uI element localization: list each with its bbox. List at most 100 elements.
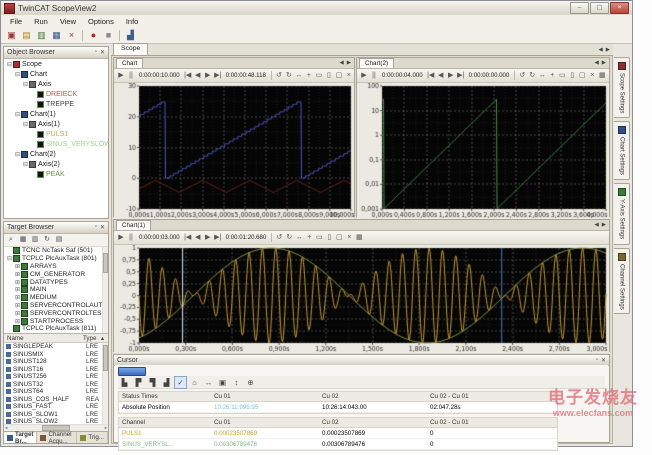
- vertical-cursor-icon[interactable]: ↕: [230, 376, 243, 389]
- right-tab-y-axis-settings[interactable]: Y-Axis Settings: [614, 183, 630, 244]
- redo-zoom-icon[interactable]: ↻: [284, 232, 294, 244]
- tab-channel-acqu-[interactable]: Channel Acqu...: [37, 432, 77, 443]
- pan-free-icon[interactable]: +: [304, 232, 314, 244]
- undo-zoom-icon[interactable]: ↺: [517, 70, 527, 82]
- tab-scroll-left-icon[interactable]: ◀: [595, 60, 599, 66]
- tab-scroll-right-icon[interactable]: ▶: [347, 60, 351, 66]
- variable-row[interactable]: SINUST256LRE: [4, 373, 108, 381]
- variable-row[interactable]: SINUST64LRE: [4, 388, 108, 396]
- go-end-icon[interactable]: ▶|: [213, 232, 223, 244]
- expander-icon[interactable]: ⊟: [6, 61, 13, 68]
- zoom-window-icon[interactable]: ▢: [334, 70, 344, 82]
- display-chart-icon[interactable]: ▟: [124, 29, 137, 42]
- search-target-icon[interactable]: ⌕: [6, 235, 16, 245]
- pan-free-icon[interactable]: +: [547, 70, 557, 82]
- tab-scroll-left-icon[interactable]: ◀: [340, 60, 344, 66]
- cursor-chart-2-icon[interactable]: ▛: [132, 376, 145, 389]
- play-icon[interactable]: ▶: [116, 70, 126, 82]
- tree-item[interactable]: TCNC NcTask Saf (501): [4, 247, 108, 255]
- swap-cursor-icon[interactable]: ↔: [202, 376, 215, 389]
- close-button[interactable]: ×: [610, 2, 629, 14]
- close-icon[interactable]: ✕: [100, 224, 105, 231]
- tree-item[interactable]: ⊞MEDIUM: [4, 294, 108, 302]
- add-route-icon[interactable]: ▥: [30, 235, 40, 245]
- variable-row[interactable]: SINUS_FASTLRE: [4, 403, 108, 411]
- titlebar[interactable]: TwinCAT ScopeView2 –▢×: [1, 1, 632, 15]
- maximize-button[interactable]: ▢: [590, 2, 609, 14]
- stop-icon[interactable]: ||: [126, 232, 136, 244]
- tree-item[interactable]: TREPPE: [4, 99, 108, 109]
- tree-item[interactable]: ⊟TCPLC PlcAuxTask (801): [4, 255, 108, 263]
- expander-icon[interactable]: ⊟: [14, 71, 21, 78]
- pan-x-icon[interactable]: ↔: [294, 70, 304, 82]
- tree-item[interactable]: PEAK: [4, 169, 108, 179]
- delete-icon[interactable]: ×: [65, 29, 78, 42]
- stop-icon[interactable]: ||: [369, 70, 379, 82]
- tab-scroll-right-icon[interactable]: ▶: [606, 47, 610, 53]
- step-back-icon[interactable]: ◀: [193, 232, 203, 244]
- pan-free-icon[interactable]: +: [304, 70, 314, 82]
- tree-item[interactable]: ⊞CM_GENERATOR: [4, 270, 108, 278]
- variable-row[interactable]: SINUSMIXLRE: [4, 351, 108, 359]
- stop-icon[interactable]: ||: [126, 70, 136, 82]
- tab-chart[interactable]: Chart: [116, 58, 143, 68]
- expander-icon[interactable]: ⊞: [14, 302, 21, 309]
- menu-options[interactable]: Options: [82, 17, 120, 26]
- tree-item[interactable]: ⊟Chart: [4, 69, 108, 79]
- home-cursor-icon[interactable]: ⌂: [188, 376, 201, 389]
- zoom-x-icon[interactable]: ▭: [314, 70, 324, 82]
- expander-icon[interactable]: ⊞: [14, 279, 21, 286]
- expander-icon[interactable]: ⊞: [14, 310, 21, 317]
- right-tab-scope-settings[interactable]: Scope Settings: [614, 57, 630, 118]
- clear-zoom-icon[interactable]: ×: [344, 232, 354, 244]
- column-type[interactable]: Type: [83, 335, 101, 342]
- chart-plot[interactable]: [114, 245, 609, 353]
- expander-icon[interactable]: ⊞: [14, 294, 21, 301]
- tree-item[interactable]: DREIECK: [4, 89, 108, 99]
- tree-item[interactable]: ⊟Scope: [4, 59, 108, 69]
- expander-icon[interactable]: ⊞: [14, 318, 21, 325]
- tab-trig-[interactable]: Trig...: [77, 432, 108, 443]
- tree-item[interactable]: ⊞SERVERCONTROLTEST: [4, 309, 108, 317]
- close-icon[interactable]: ✕: [100, 49, 105, 56]
- scrollbar[interactable]: [102, 247, 108, 333]
- tree-item[interactable]: ⊞MAIN: [4, 286, 108, 294]
- redo-zoom-icon[interactable]: ↻: [284, 70, 294, 82]
- right-tab-chart-settings[interactable]: Chart Settings: [614, 121, 630, 180]
- add-cursor-icon[interactable]: ⊕: [244, 376, 257, 389]
- stop-record-icon[interactable]: ■: [102, 29, 115, 42]
- go-start-icon[interactable]: |◀: [183, 232, 193, 244]
- tab-scroll-left-icon[interactable]: ◀: [595, 222, 599, 228]
- export-image-icon[interactable]: ▦: [354, 232, 364, 244]
- pan-x-icon[interactable]: ↔: [537, 70, 547, 82]
- tree-item[interactable]: SINUS_VERYSLOW: [4, 139, 108, 149]
- undo-zoom-icon[interactable]: ↺: [274, 70, 284, 82]
- add-chart-icon[interactable]: ▥: [35, 29, 48, 42]
- tab-chart1[interactable]: Chart(1): [116, 220, 151, 230]
- record-icon[interactable]: ●: [87, 29, 100, 42]
- zoom-y-icon[interactable]: ▯: [567, 70, 577, 82]
- tab-scroll-right-icon[interactable]: ▶: [602, 222, 606, 228]
- chart-plot[interactable]: [114, 83, 354, 219]
- channel-cursor-row[interactable]: SINUS_VERYSL...0.003067894760.0030678947…: [119, 439, 557, 450]
- tree-item[interactable]: ⊟Chart(1): [4, 109, 108, 119]
- go-start-icon[interactable]: |◀: [183, 70, 193, 82]
- expander-icon[interactable]: ⊞: [14, 286, 21, 293]
- tab-scroll-left-icon[interactable]: ◀: [599, 47, 603, 53]
- go-end-icon[interactable]: ▶|: [213, 70, 223, 82]
- list-view-icon[interactable]: ▤: [54, 235, 64, 245]
- tree-item[interactable]: ⊞STARTPROCESS: [4, 317, 108, 325]
- go-end-icon[interactable]: ▶|: [456, 70, 466, 82]
- menu-run[interactable]: Run: [28, 17, 54, 26]
- variable-row[interactable]: SINUST32LRE: [4, 381, 108, 389]
- play-icon[interactable]: ▶: [359, 70, 369, 82]
- expander-icon[interactable]: ⊟: [14, 151, 21, 158]
- tab-scroll-right-icon[interactable]: ▶: [602, 60, 606, 66]
- right-tab-channel-settings[interactable]: Channel Settings: [614, 248, 630, 315]
- menu-file[interactable]: File: [4, 17, 28, 26]
- variable-row[interactable]: SINUST128LRE: [4, 358, 108, 366]
- variable-row[interactable]: SINUS_COS_HALFREA: [4, 396, 108, 404]
- save-icon[interactable]: ▦: [50, 29, 63, 42]
- scrollbar[interactable]: [102, 343, 108, 424]
- pin-icon[interactable]: ▫: [95, 49, 97, 56]
